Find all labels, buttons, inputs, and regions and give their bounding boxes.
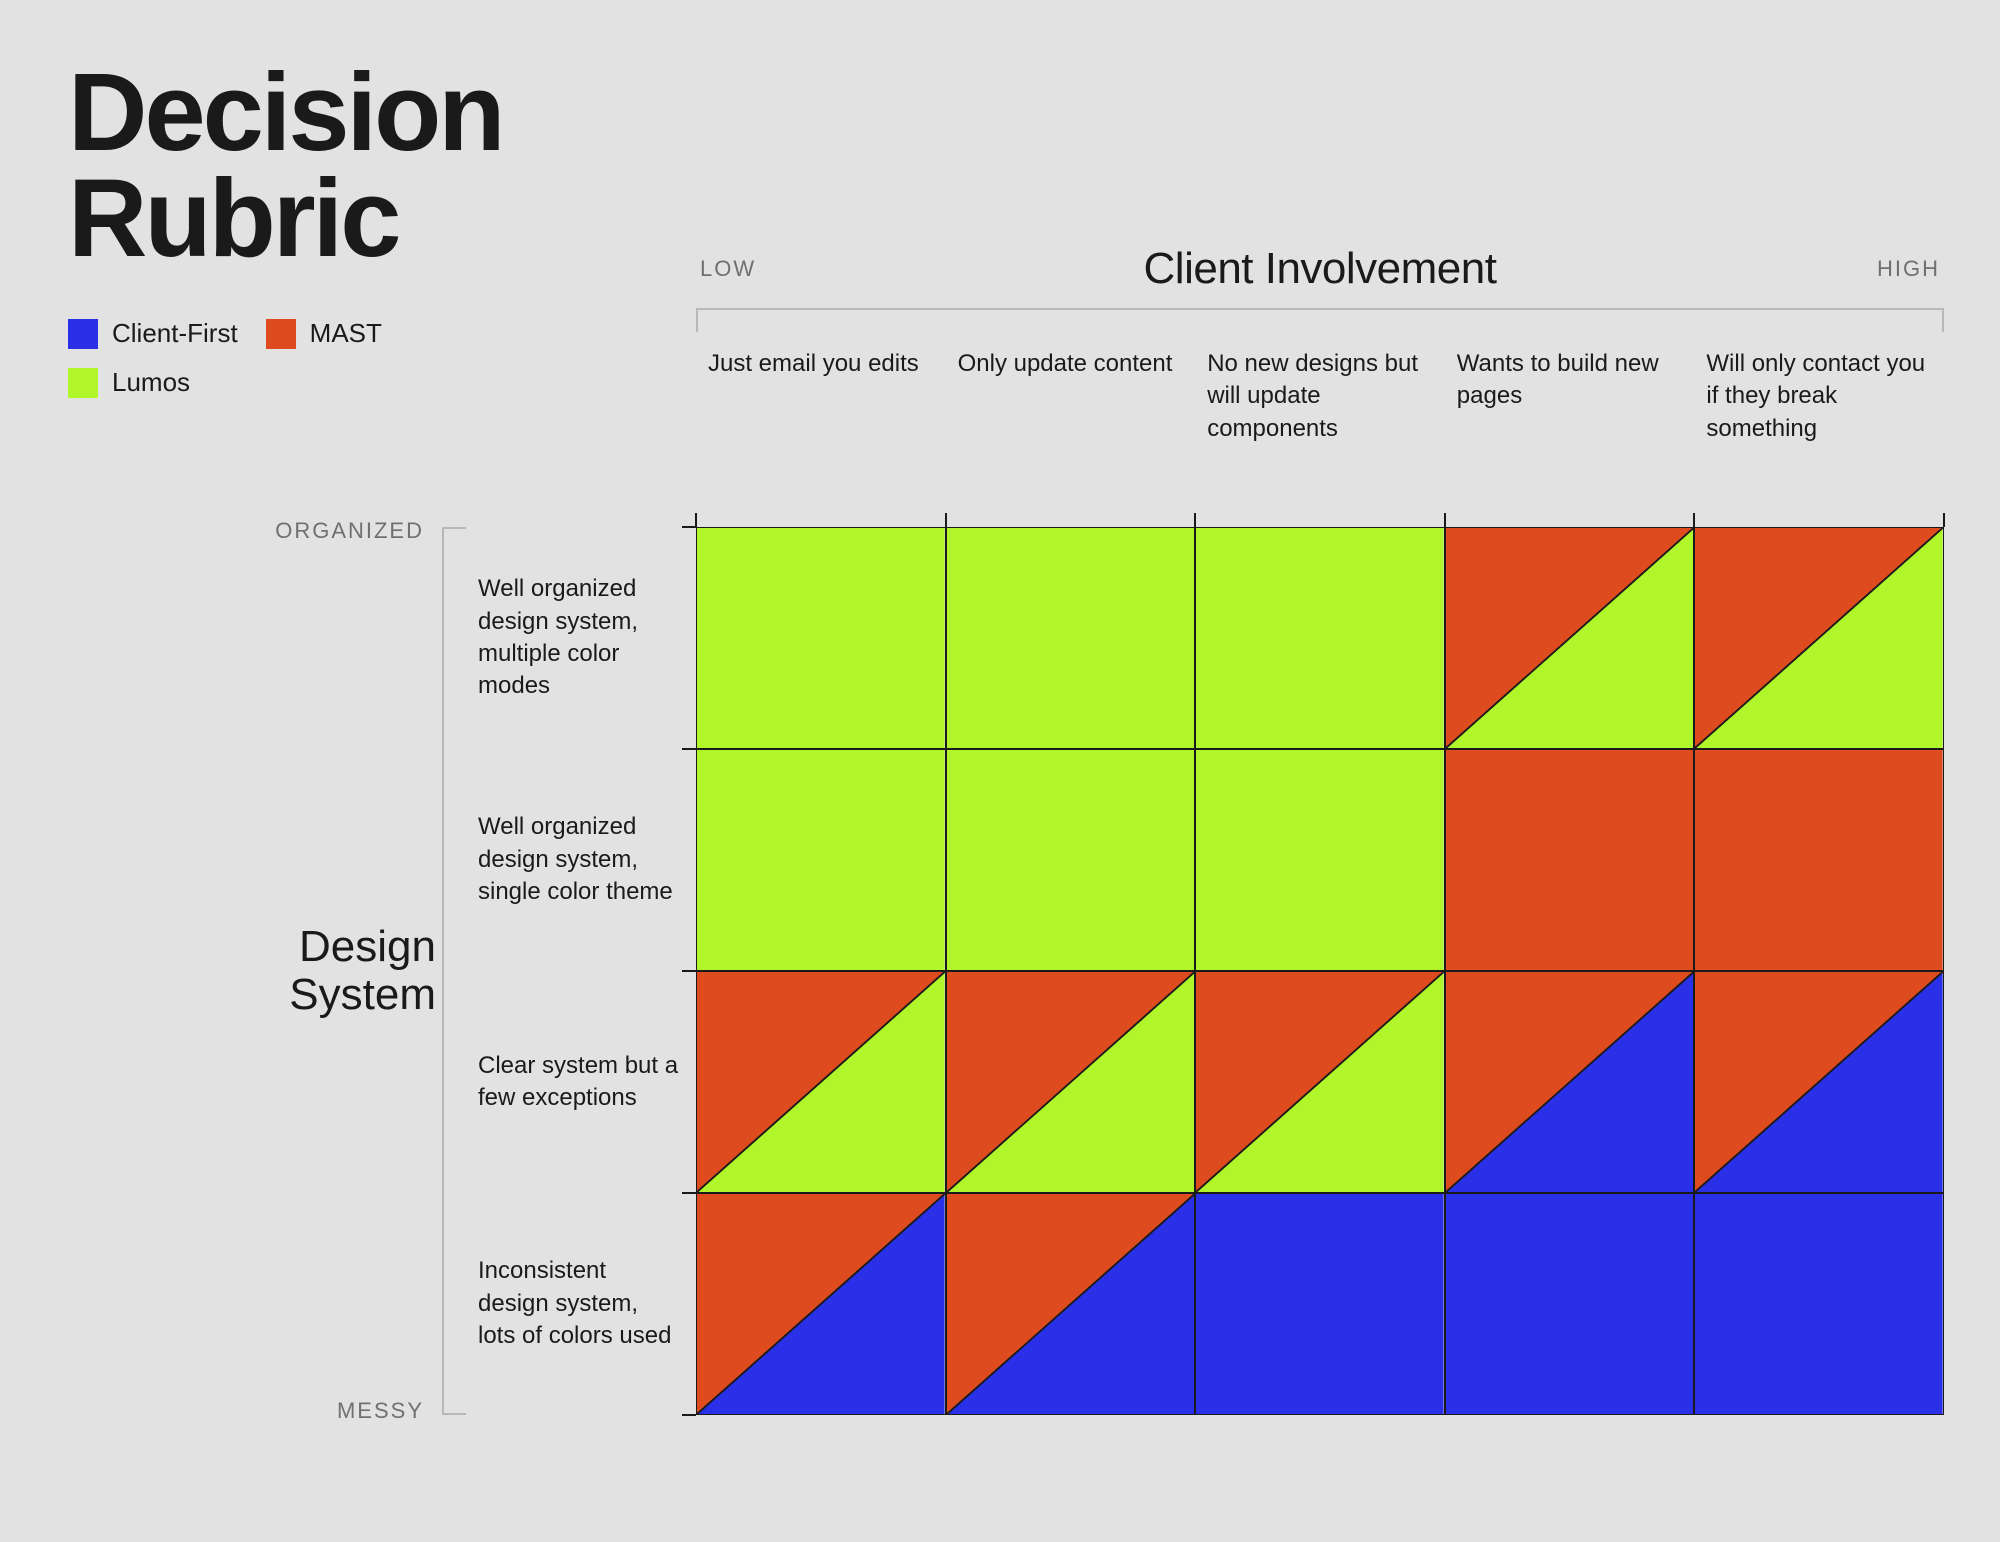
grid-cell	[1195, 749, 1445, 971]
x-col-0: Just email you edits	[696, 342, 946, 445]
axis-tick	[945, 513, 947, 527]
grid-cell	[1445, 1193, 1695, 1415]
axis-tick	[682, 1414, 696, 1416]
x-axis-bracket	[696, 308, 1944, 332]
x-col-3: Wants to build new pages	[1445, 342, 1695, 445]
swatch-mast	[266, 319, 296, 349]
y-row-2: Clear system but a few exceptions	[478, 971, 688, 1193]
rubric-grid	[696, 527, 1944, 1415]
grid-cell	[946, 1193, 1196, 1415]
y-axis-row-labels: Well organized design system, multiple c…	[478, 527, 688, 1415]
x-col-1: Only update content	[946, 342, 1196, 445]
y-axis-title: Design System	[256, 923, 436, 1020]
grid-cell	[946, 971, 1196, 1193]
grid-cell	[1445, 971, 1695, 1193]
grid-cell	[696, 971, 946, 1193]
axis-tick	[1693, 513, 1695, 527]
grid-cell	[696, 749, 946, 971]
title-line-1: Decision	[68, 51, 502, 174]
legend-item-lumos: Lumos	[68, 367, 448, 398]
axis-tick	[682, 748, 696, 750]
y-axis: Design System	[256, 527, 436, 1415]
grid-cell	[946, 527, 1196, 749]
axis-tick	[682, 970, 696, 972]
grid-cell	[1694, 1193, 1944, 1415]
y-axis-bottom-label: MESSY	[224, 1398, 424, 1424]
y-row-1: Well organized design system, single col…	[478, 749, 688, 971]
swatch-client-first	[68, 319, 98, 349]
grid-cell	[946, 749, 1196, 971]
page-title: Decision Rubric	[68, 60, 502, 271]
grid-cell	[1445, 527, 1695, 749]
legend-label-client-first: Client-First	[112, 318, 238, 349]
x-axis-high-label: HIGH	[1850, 256, 1940, 282]
x-col-2: No new designs but will update component…	[1195, 342, 1445, 445]
x-axis-title: Client Involvement	[790, 244, 1850, 294]
axis-tick	[682, 1192, 696, 1194]
x-axis-header: LOW Client Involvement HIGH	[696, 244, 1944, 308]
title-line-2: Rubric	[68, 157, 398, 280]
y-axis-title-line-2: System	[289, 970, 436, 1019]
x-axis-low-label: LOW	[700, 256, 790, 282]
axis-tick	[1194, 513, 1196, 527]
axis-tick	[1444, 513, 1446, 527]
x-col-4: Will only contact you if they break some…	[1694, 342, 1944, 445]
grid-cell	[696, 1193, 946, 1415]
axis-tick	[682, 526, 696, 528]
y-row-0: Well organized design system, multiple c…	[478, 527, 688, 749]
grid-cell	[1445, 749, 1695, 971]
x-axis: LOW Client Involvement HIGH Just email y…	[696, 244, 1944, 445]
grid-cell	[1694, 527, 1944, 749]
grid-cell	[1195, 1193, 1445, 1415]
grid-cell	[696, 527, 946, 749]
axis-tick	[695, 513, 697, 527]
grid-cell	[1694, 971, 1944, 1193]
grid-cell	[1195, 527, 1445, 749]
axis-tick	[1943, 513, 1945, 527]
y-axis-bracket	[442, 527, 466, 1415]
legend-item-client-first: Client-First	[68, 318, 238, 349]
legend-item-mast: MAST	[266, 318, 382, 349]
swatch-lumos	[68, 368, 98, 398]
grid-cell	[1195, 971, 1445, 1193]
x-axis-column-labels: Just email you edits Only update content…	[696, 342, 1944, 445]
legend: Client-First MAST Lumos	[68, 318, 448, 398]
y-axis-title-line-1: Design	[299, 922, 436, 971]
legend-label-lumos: Lumos	[112, 367, 190, 398]
legend-label-mast: MAST	[310, 318, 382, 349]
grid-cell	[1694, 749, 1944, 971]
y-row-3: Inconsistent design system, lots of colo…	[478, 1193, 688, 1415]
